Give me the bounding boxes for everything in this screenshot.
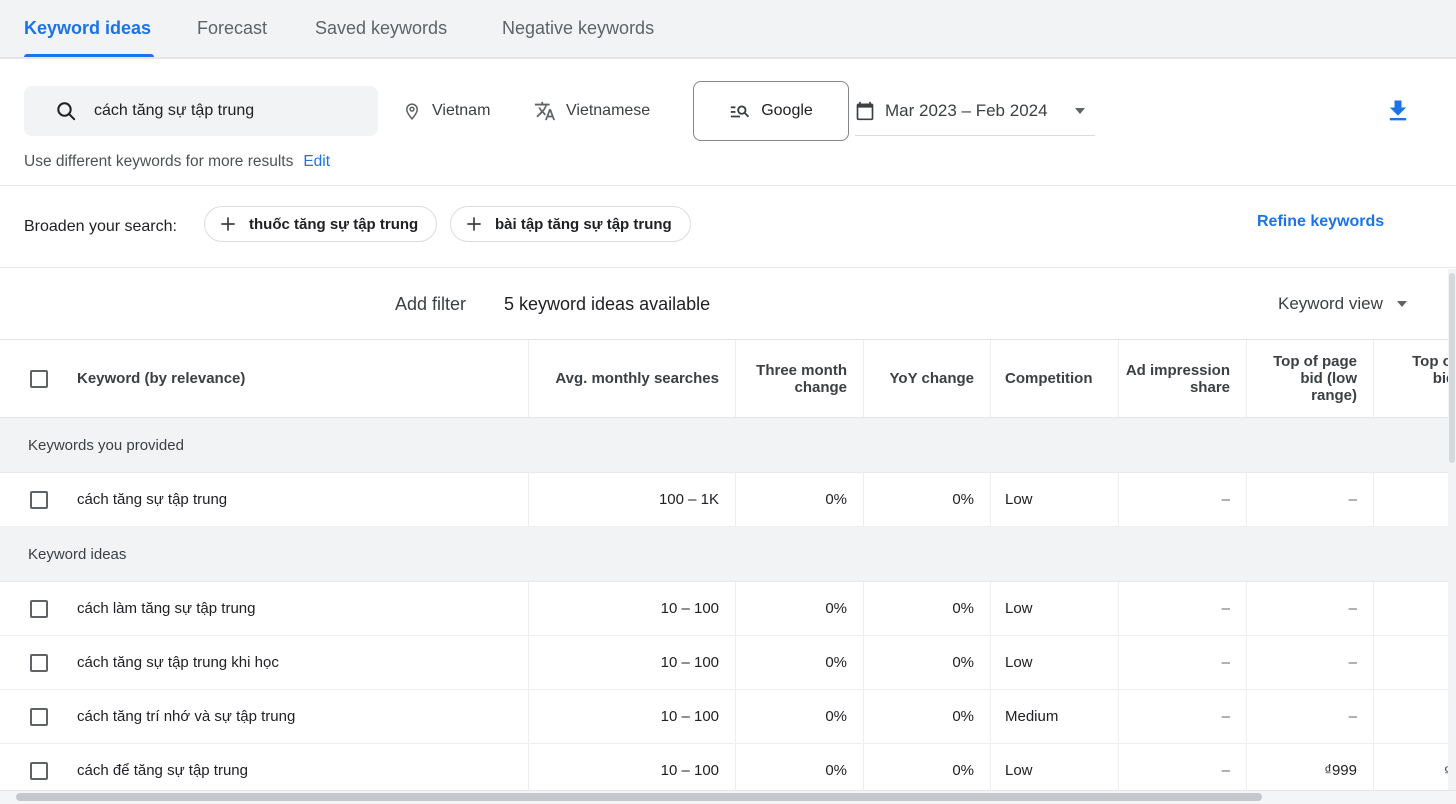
tab-forecast[interactable]: Forecast: [197, 0, 267, 57]
top-bid-low-cell: –: [1246, 473, 1373, 526]
keyword-view-dropdown[interactable]: Keyword view: [1278, 268, 1407, 340]
searches-cell: 100 – 1K: [528, 473, 735, 526]
tab-keyword-ideas[interactable]: Keyword ideas: [24, 0, 151, 57]
header-competition[interactable]: Competition: [990, 340, 1118, 417]
table-row[interactable]: cách tăng trí nhớ và sự tập trung 10 – 1…: [0, 690, 1456, 744]
table-header-row: Keyword (by relevance) Avg. monthly sear…: [0, 340, 1456, 418]
top-bid-high-cell: [1373, 473, 1456, 526]
searches-cell: 10 – 100: [528, 636, 735, 689]
tab-negative-keywords[interactable]: Negative keywords: [502, 0, 654, 57]
table-row[interactable]: cách tăng sự tập trung 100 – 1K 0% 0% Lo…: [0, 473, 1456, 527]
keyword-view-label: Keyword view: [1278, 294, 1383, 314]
date-range-value: Mar 2023 – Feb 2024: [885, 101, 1048, 121]
broaden-label: Broaden your search:: [24, 186, 177, 267]
ad-share-cell: –: [1118, 473, 1246, 526]
translate-icon: [534, 100, 556, 122]
horizontal-scrollbar-thumb[interactable]: [16, 793, 1262, 801]
chip-label: bài tập tăng sự tập trung: [495, 216, 672, 233]
location-selector[interactable]: Vietnam: [402, 86, 490, 136]
vertical-scrollbar-thumb[interactable]: [1449, 273, 1455, 463]
tab-bar: Keyword ideas Forecast Saved keywords Ne…: [0, 0, 1456, 59]
location-pin-icon: [402, 101, 422, 121]
header-top-of-page-bid-low[interactable]: Top of page bid (low range): [1246, 340, 1373, 417]
row-checkbox[interactable]: [30, 654, 48, 672]
table-row[interactable]: cách làm tăng sự tập trung 10 – 100 0% 0…: [0, 582, 1456, 636]
top-bid-high-cell: [1373, 582, 1456, 635]
top-bid-low-cell: –: [1246, 636, 1373, 689]
network-selector[interactable]: Google: [693, 81, 849, 141]
chip-label: thuốc tăng sự tập trung: [249, 216, 418, 233]
section-keyword-ideas: Keyword ideas: [0, 527, 1456, 582]
keyword-cell: cách làm tăng sự tập trung: [77, 600, 255, 617]
hint-text: Use different keywords for more results: [24, 153, 293, 170]
plus-icon: [465, 215, 483, 233]
yoy-cell: 0%: [863, 636, 990, 689]
row-checkbox[interactable]: [30, 762, 48, 780]
search-value: cách tăng sự tập trung: [94, 102, 254, 120]
broaden-chip-1[interactable]: thuốc tăng sự tập trung: [204, 206, 437, 242]
row-checkbox[interactable]: [30, 708, 48, 726]
row-checkbox[interactable]: [30, 491, 48, 509]
keyword-cell: cách để tăng sự tập trung: [77, 762, 248, 779]
header-avg-monthly-searches[interactable]: Avg. monthly searches: [528, 340, 735, 417]
competition-cell: Low: [990, 473, 1118, 526]
chevron-down-icon: [1397, 301, 1407, 307]
chevron-down-icon: [1075, 108, 1085, 114]
network-value: Google: [761, 102, 813, 120]
header-yoy-change[interactable]: YoY change: [863, 340, 990, 417]
active-tab-indicator: [24, 54, 154, 57]
yoy-cell: 0%: [863, 690, 990, 743]
network-search-icon: [729, 100, 751, 122]
header-keyword[interactable]: Keyword (by relevance): [0, 340, 528, 417]
ad-share-cell: –: [1118, 636, 1246, 689]
download-button[interactable]: [1384, 97, 1412, 125]
calendar-icon: [855, 101, 875, 121]
row-checkbox[interactable]: [30, 600, 48, 618]
table-row[interactable]: cách tăng sự tập trung khi học 10 – 100 …: [0, 636, 1456, 690]
header-top-of-page-bid-high[interactable]: Top of page bid (high range): [1373, 340, 1456, 417]
edit-link[interactable]: Edit: [303, 153, 330, 170]
top-bid-high-cell: [1373, 690, 1456, 743]
select-all-checkbox[interactable]: [30, 370, 48, 388]
date-range-selector[interactable]: Mar 2023 – Feb 2024: [855, 86, 1095, 136]
three-month-cell: 0%: [735, 690, 863, 743]
section-keywords-you-provided: Keywords you provided: [0, 418, 1456, 473]
header-three-month-change[interactable]: Three month change: [735, 340, 863, 417]
keyword-cell: cách tăng sự tập trung: [77, 491, 227, 508]
three-month-cell: 0%: [735, 636, 863, 689]
competition-cell: Low: [990, 636, 1118, 689]
top-bid-low-cell: –: [1246, 690, 1373, 743]
ad-share-cell: –: [1118, 582, 1246, 635]
header-ad-impression-share[interactable]: Ad impression share: [1118, 340, 1246, 417]
location-value: Vietnam: [432, 102, 490, 120]
top-bid-high-cell: [1373, 636, 1456, 689]
keyword-cell: cách tăng trí nhớ và sự tập trung: [77, 708, 295, 725]
top-bid-low-cell: –: [1246, 582, 1373, 635]
add-filter-button[interactable]: Add filter: [395, 268, 466, 340]
search-icon: [54, 99, 78, 123]
filter-bar: 1 Exclude adult ideas ✕ Add filter 5 key…: [0, 268, 1456, 340]
language-value: Vietnamese: [566, 102, 650, 120]
language-selector[interactable]: Vietnamese: [534, 86, 650, 136]
keyword-ideas-count: 5 keyword ideas available: [504, 268, 710, 340]
competition-cell: Low: [990, 582, 1118, 635]
broaden-chip-2[interactable]: bài tập tăng sự tập trung: [450, 206, 691, 242]
competition-cell: Medium: [990, 690, 1118, 743]
keyword-table: Keyword (by relevance) Avg. monthly sear…: [0, 340, 1456, 798]
searches-cell: 10 – 100: [528, 582, 735, 635]
plus-icon: [219, 215, 237, 233]
refine-keywords-link[interactable]: Refine keywords: [1257, 213, 1384, 231]
keyword-search-input[interactable]: cách tăng sự tập trung: [24, 86, 378, 136]
keyword-cell: cách tăng sự tập trung khi học: [77, 654, 279, 671]
divider: [0, 185, 1456, 186]
search-hint: Use different keywords for more results E…: [24, 153, 330, 171]
ad-share-cell: –: [1118, 690, 1246, 743]
three-month-cell: 0%: [735, 582, 863, 635]
yoy-cell: 0%: [863, 582, 990, 635]
three-month-cell: 0%: [735, 473, 863, 526]
tab-saved-keywords[interactable]: Saved keywords: [315, 0, 447, 57]
searches-cell: 10 – 100: [528, 690, 735, 743]
yoy-cell: 0%: [863, 473, 990, 526]
